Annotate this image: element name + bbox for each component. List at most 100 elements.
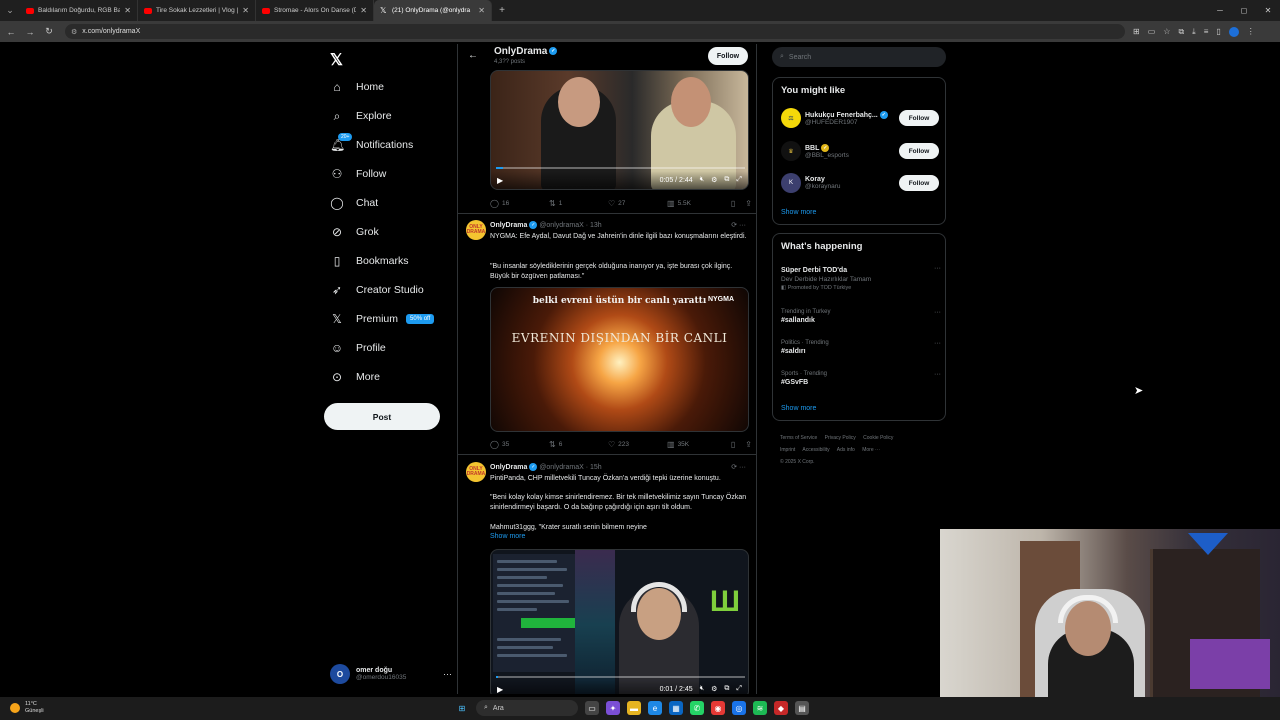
footer-link[interactable]: Cookie Policy [863,435,893,441]
maximize-icon[interactable]: ◻ [1232,0,1256,21]
back-icon[interactable]: ← [3,27,19,37]
footer-link[interactable]: Terms of Service [780,435,817,441]
mute-icon[interactable]: 🔇︎ [700,685,704,693]
pip-icon[interactable]: ⧉ [724,685,729,693]
weather-widget[interactable]: 11°C Güneşli [10,701,44,714]
reply-button[interactable]: ◯ 16 [490,199,549,208]
more-icon[interactable]: ⟳ ··· [731,221,746,229]
video-progress-bar[interactable] [496,167,745,169]
repost-button[interactable]: ⇅ 1 [549,199,608,208]
download-icon[interactable]: ⤓ [1192,27,1196,37]
close-icon[interactable]: ✕ [478,6,485,15]
tweet-time[interactable]: 13h [590,222,602,229]
bookmark-icon[interactable]: ▯ [731,440,735,449]
trend-item[interactable]: Trending in Turkey #sallandık ··· [781,309,941,324]
follow-button[interactable]: Follow [708,47,748,65]
reload-icon[interactable]: ↻ [41,26,57,37]
nav-item-creator-studio[interactable]: ➶ Creator Studio [330,280,424,300]
play-icon[interactable]: ▶ [497,685,503,694]
settings-icon[interactable]: ⚙ [711,685,717,693]
close-icon[interactable]: ✕ [242,6,249,15]
reply-button[interactable]: ◯ 35 [490,440,549,449]
menu-icon[interactable]: ⋮ [1247,27,1255,37]
chrome-profile-icon[interactable]: ◎ [732,701,746,715]
show-more-link[interactable]: Show more [781,209,816,216]
nav-item-chat[interactable]: ◯ Chat [330,193,378,213]
footer-link[interactable]: Accessibility [802,447,829,453]
extensions-icon[interactable]: ⧉ [1178,27,1184,37]
account-switcher[interactable]: O omer doğu @omerdou16035 ··· [330,664,452,684]
edge-icon[interactable]: e [648,701,662,715]
nav-item-premium[interactable]: 𝕏 Premium 50% off [330,309,435,329]
trend-item[interactable]: Politics · Trending #saldırı ··· [781,340,941,355]
profile-avatar[interactable] [1228,26,1239,37]
nav-item-explore[interactable]: ⌕ Explore [330,106,392,126]
more-icon[interactable]: ··· [443,669,452,679]
whatsapp-icon[interactable]: ✆ [690,701,704,715]
more-icon[interactable]: ··· [934,371,941,378]
trend-item[interactable]: Süper Derbi TOD'da Dev Derbide Hazırlıkl… [781,265,941,291]
chrome-icon[interactable]: ◉ [711,701,725,715]
fullscreen-icon[interactable]: ⤢ [736,685,742,693]
taskbar-search[interactable]: ⌕ Ara [476,700,578,716]
more-icon[interactable]: ··· [934,309,941,316]
task-view-icon[interactable]: ▭ [585,701,599,715]
translate-icon[interactable]: ⊞ [1133,27,1140,37]
show-more-link[interactable]: Show more [490,533,525,540]
video-player[interactable]: belki evreni üstün bir canlı yarattı NYG… [490,287,749,432]
x-logo-icon[interactable]: 𝕏 [330,50,343,70]
share-icon[interactable]: ⇪ [745,199,752,208]
nav-item-grok[interactable]: ⊘ Grok [330,222,379,242]
site-info-icon[interactable]: ⚙ [71,28,77,36]
author-name[interactable]: OnlyDrama [490,464,527,471]
views-button[interactable]: ▥ 5.5K [667,199,726,208]
close-window-icon[interactable]: ✕ [1256,0,1280,21]
avatar[interactable]: ONLY DRAMA [466,462,486,482]
back-arrow-icon[interactable]: ← [468,50,478,61]
suggestion-row[interactable]: ⚖ Hukukçu Fenerbahç... ✓ @HUFEDER1907 Fol… [781,108,939,128]
store-icon[interactable]: ▦ [669,701,683,715]
calculator-icon[interactable]: ▤ [795,701,809,715]
nav-item-notifications[interactable]: 🔔︎ 20+ Notifications [330,133,413,155]
like-button[interactable]: ♡ 223 [608,440,667,449]
author-handle[interactable]: @onlydramaX [539,464,583,471]
fullscreen-icon[interactable]: ⤢ [736,176,742,184]
nav-item-follow[interactable]: ⚇ Follow [330,164,387,184]
post-button[interactable]: Post [324,403,440,430]
windows-start-icon[interactable]: ⊞ [455,701,469,715]
close-icon[interactable]: ✕ [360,6,367,15]
browser-tab-active[interactable]: 𝕏 (21) OnlyDrama (@onlydra ✕ [374,0,492,21]
mute-icon[interactable]: 🔇︎ [700,176,704,184]
footer-link[interactable]: Privacy Policy [825,435,856,441]
suggestion-row[interactable]: ♛ BBL ✓ @BBL_esports Follow [781,141,939,161]
cast-icon[interactable]: ▭ [1148,27,1156,37]
nav-item-more[interactable]: ⊙ More [330,367,380,387]
browser-tab[interactable]: Stromae - Alors On Danse (Dul ✕ [256,0,374,21]
url-field[interactable]: ⚙ x.com/onlydramaX [65,24,1125,39]
follow-button[interactable]: Follow [899,175,939,191]
star-icon[interactable]: ☆ [1163,27,1170,37]
more-icon[interactable]: ⟳ ··· [731,463,746,471]
footer-link[interactable]: Ads info [837,447,855,453]
follow-button[interactable]: Follow [899,143,939,159]
app-icon[interactable]: ◆ [774,701,788,715]
search-input[interactable]: ⌕ Search [772,47,946,67]
tweet-time[interactable]: 15h [590,464,602,471]
more-icon[interactable]: ··· [934,340,941,347]
browser-tab[interactable]: Baldılarım Doğurdu, RGB Balkon ✕ [20,0,138,21]
close-icon[interactable]: ✕ [124,6,131,15]
pip-icon[interactable]: ⧉ [724,176,729,184]
more-icon[interactable]: ··· [934,265,941,272]
video-player[interactable]: ▶ 0:05 / 2:44 🔇︎ ⚙ ⧉ ⤢ [490,70,749,190]
share-icon[interactable]: ⇪ [745,440,752,449]
trend-item[interactable]: Sports · Trending #GSvFB ··· [781,371,941,386]
video-progress-bar[interactable] [496,676,745,678]
new-tab-button[interactable]: + [492,5,512,16]
nav-item-home[interactable]: ⌂ Home [330,77,384,97]
nav-item-profile[interactable]: ☺ Profile [330,338,386,358]
footer-link[interactable]: Imprint [780,447,795,453]
follow-button[interactable]: Follow [899,110,939,126]
spotify-icon[interactable]: ≋ [753,701,767,715]
file-explorer-icon[interactable]: ▬ [627,701,641,715]
avatar[interactable]: ONLY DRAMA [466,220,486,240]
